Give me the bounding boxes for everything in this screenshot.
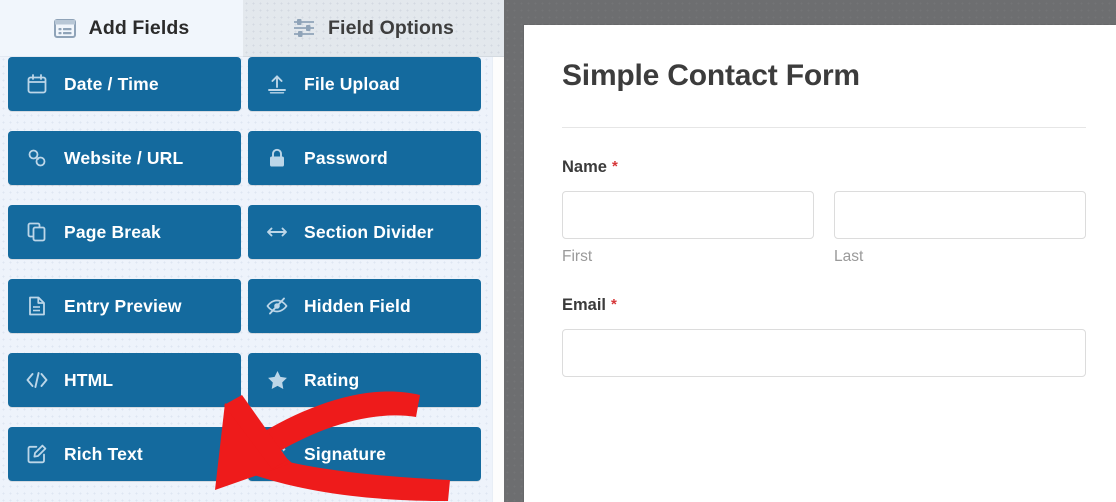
field-button-date-time[interactable]: Date / Time [8, 57, 241, 111]
field-button-label: Rich Text [64, 443, 143, 464]
field-button-rich-text[interactable]: Rich Text [8, 427, 241, 481]
field-button-label: Date / Time [64, 73, 159, 94]
field-button-entry-preview[interactable]: Entry Preview [8, 279, 241, 333]
rich-text-icon [26, 443, 48, 465]
name-inputs-row: First Last [562, 191, 1086, 266]
link-icon [26, 147, 48, 169]
field-button-label: Website / URL [64, 147, 184, 168]
field-button-label: File Upload [304, 73, 400, 94]
field-button-file-upload[interactable]: File Upload [248, 57, 481, 111]
sidebar-tabs: Add Fields Field Options [0, 0, 504, 57]
document-icon [26, 295, 48, 317]
upload-icon [266, 73, 288, 95]
field-button-label: HTML [64, 369, 114, 390]
tab-field-options-label: Field Options [328, 16, 454, 39]
field-label-name-text: Name [562, 158, 607, 176]
form-field-email: Email * [562, 296, 1086, 377]
field-button-label: Hidden Field [304, 295, 411, 316]
email-input-wrap [562, 329, 1086, 377]
field-button-signature[interactable]: Signature [248, 427, 481, 481]
form-preview-card: Simple Contact Form Name * First Last Em… [524, 25, 1116, 502]
name-last-col: Last [834, 191, 1086, 266]
field-button-label: Entry Preview [64, 295, 182, 316]
pencil-icon [266, 443, 288, 465]
field-button-hidden-field[interactable]: Hidden Field [248, 279, 481, 333]
sidebar-scrollbar[interactable] [492, 57, 504, 502]
field-button-rating[interactable]: Rating [248, 353, 481, 407]
field-button-section-divider[interactable]: Section Divider [248, 205, 481, 259]
name-first-col: First [562, 191, 814, 266]
star-icon [266, 369, 288, 391]
calendar-icon [26, 73, 48, 95]
form-builder-sidebar: Add Fields Field Options Date / Time Web… [0, 0, 504, 502]
tab-add-fields-label: Add Fields [88, 16, 190, 39]
arrows-horizontal-icon [266, 221, 288, 243]
sliders-icon [293, 17, 315, 39]
field-button-password[interactable]: Password [248, 131, 481, 185]
last-name-input[interactable] [834, 191, 1086, 239]
required-indicator: * [611, 296, 617, 313]
title-divider [562, 127, 1086, 128]
page-break-icon [26, 221, 48, 243]
field-label-name: Name * [562, 158, 1086, 177]
field-buttons-area: Date / Time Website / URL Page Break Ent… [0, 57, 492, 502]
tab-field-options[interactable]: Field Options [243, 0, 504, 57]
field-button-html[interactable]: HTML [8, 353, 241, 407]
required-indicator: * [611, 158, 618, 175]
lock-icon [266, 147, 288, 169]
field-button-label: Page Break [64, 221, 161, 242]
screenshot-root: Add Fields Field Options Date / Time Web… [0, 0, 1116, 502]
field-label-email: Email * [562, 296, 1086, 315]
field-label-email-text: Email [562, 296, 607, 314]
field-button-label: Rating [304, 369, 360, 390]
field-button-website-url[interactable]: Website / URL [8, 131, 241, 185]
code-icon [26, 369, 48, 391]
last-name-sublabel: Last [834, 248, 864, 265]
first-name-input[interactable] [562, 191, 814, 239]
field-column-right: File Upload Password Section Divider Hid… [248, 57, 481, 501]
form-preview-panel: Simple Contact Form Name * First Last Em… [504, 0, 1116, 502]
first-name-sublabel: First [562, 248, 593, 265]
tab-add-fields[interactable]: Add Fields [0, 0, 243, 57]
field-button-label: Password [304, 147, 388, 168]
page-title: Simple Contact Form [562, 59, 860, 92]
field-button-label: Signature [304, 443, 387, 464]
form-field-name: Name * First Last [562, 158, 1086, 266]
field-column-left: Date / Time Website / URL Page Break Ent… [8, 57, 241, 501]
email-input[interactable] [562, 329, 1086, 377]
list-window-icon [53, 17, 76, 39]
field-button-page-break[interactable]: Page Break [8, 205, 241, 259]
field-button-label: Section Divider [304, 221, 434, 242]
eye-slash-icon [266, 295, 288, 317]
